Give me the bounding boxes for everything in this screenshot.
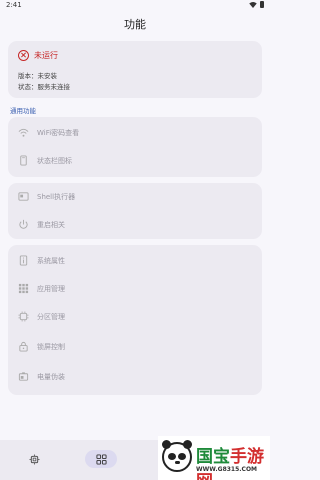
phone-icon xyxy=(20,155,27,166)
list-item-label: 电量伪装 xyxy=(37,373,65,381)
panda-logo-icon xyxy=(162,440,192,472)
list-item-battery-spoof[interactable]: 电量伪装 xyxy=(8,363,262,391)
section-label-general: 通用功能 xyxy=(10,107,36,115)
list-item-system-properties[interactable]: 系统属性 xyxy=(8,247,262,275)
feature-group-network: WiFi密码查看 状态栏图标 xyxy=(8,117,262,177)
apps-grid-icon xyxy=(18,283,29,294)
list-item-label: 应用管理 xyxy=(37,285,65,293)
list-item-reboot[interactable]: 重启相关 xyxy=(8,211,262,239)
feature-group-device: 系统属性 应用管理 分区管理 锁屏控制 电量伪装 xyxy=(8,245,262,395)
status-time: 2:41 xyxy=(6,1,22,9)
list-item-app-management[interactable]: 应用管理 xyxy=(8,275,262,303)
status-header: 未运行 xyxy=(18,50,58,61)
page-title: 功能 xyxy=(124,18,146,31)
list-item-label: 状态栏图标 xyxy=(37,157,72,165)
chip-icon xyxy=(18,311,29,322)
watermark-logo: 国宝手游网 WWW.G8315.COM xyxy=(158,436,270,480)
list-item-label: 重启相关 xyxy=(37,221,65,229)
terminal-icon xyxy=(18,192,29,201)
list-item-statusbar-icons[interactable]: 状态栏图标 xyxy=(8,147,262,175)
list-item-label: 锁屏控制 xyxy=(37,343,65,351)
list-item-label: WiFi密码查看 xyxy=(37,129,80,137)
status-icons xyxy=(249,1,264,8)
list-item-partition-management[interactable]: 分区管理 xyxy=(8,303,262,331)
lock-icon xyxy=(19,341,28,352)
watermark-url: WWW.G8315.COM xyxy=(196,466,258,473)
list-item-shell-executor[interactable]: Shell执行器 xyxy=(8,183,262,211)
grid-icon xyxy=(95,453,107,465)
status-card[interactable]: 未运行 版本：未安装 状态：服务未连接 xyxy=(8,41,262,98)
nav-home-button[interactable] xyxy=(18,450,50,468)
nav-functions-button[interactable] xyxy=(85,450,117,468)
list-item-label: 系统属性 xyxy=(37,257,65,265)
home-chip-icon xyxy=(28,453,40,465)
service-state-text: 状态：服务未连接 xyxy=(18,83,70,91)
watermark-text-part1: 国宝 xyxy=(196,447,230,467)
version-text: 版本：未安装 xyxy=(18,72,57,80)
list-item-label: Shell执行器 xyxy=(37,193,76,201)
error-icon xyxy=(18,50,29,61)
watermark-text: 国宝手游网 xyxy=(196,442,270,480)
list-item-label: 分区管理 xyxy=(37,313,65,321)
feature-group-system: Shell执行器 重启相关 xyxy=(8,183,262,239)
wifi-icon xyxy=(249,1,257,8)
info-icon xyxy=(19,255,28,266)
list-item-lockscreen-control[interactable]: 锁屏控制 xyxy=(8,333,262,361)
wifi-icon xyxy=(18,128,29,137)
battery-icon xyxy=(260,1,264,8)
status-bar: 2:41 xyxy=(0,0,270,12)
status-title: 未运行 xyxy=(34,51,58,60)
list-item-wifi-password[interactable]: WiFi密码查看 xyxy=(8,119,262,147)
battery-icon xyxy=(18,372,29,381)
power-icon xyxy=(19,219,28,229)
